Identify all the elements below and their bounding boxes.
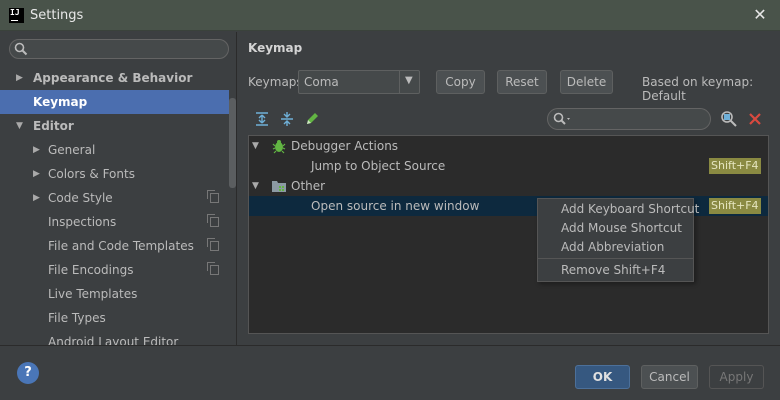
sidebar-item-label: Appearance & Behavior [33, 71, 193, 85]
tree-row-debugger-actions[interactable]: ▼ Debugger Actions [249, 136, 768, 156]
sidebar-item-inspections[interactable]: Inspections [0, 210, 229, 234]
find-by-shortcut-icon[interactable] [720, 110, 738, 128]
close-icon[interactable]: ✕ [752, 6, 768, 24]
tree-row-label: Other [291, 179, 326, 193]
sidebar-item-label: Android Layout Editor [48, 335, 179, 345]
sidebar-item-appearance-behavior[interactable]: ▶ Appearance & Behavior [0, 66, 229, 90]
collapse-arrow-icon[interactable]: ▼ [252, 176, 259, 196]
context-menu: Add Keyboard Shortcut Add Mouse Shortcut… [537, 198, 699, 282]
settings-search-input[interactable] [32, 41, 222, 57]
sidebar-item-label: File Encodings [48, 263, 134, 277]
search-history-icon[interactable] [553, 112, 573, 126]
expand-arrow-icon[interactable]: ▶ [33, 162, 40, 186]
dialog-footer: ? OK Cancel Apply [0, 345, 780, 400]
delete-button[interactable]: Delete [560, 70, 613, 94]
project-settings-copy-icon [207, 262, 219, 275]
expand-arrow-icon[interactable]: ▶ [33, 138, 40, 162]
expand-arrow-icon[interactable]: ▶ [16, 66, 23, 90]
page-title: Keymap [248, 41, 303, 55]
combo-divider [399, 71, 400, 93]
menu-item-add-abbreviation[interactable]: Add Abbreviation [538, 238, 693, 257]
project-settings-copy-icon [207, 238, 219, 251]
bug-icon [272, 140, 286, 154]
keymap-select[interactable]: Coma ▼ [298, 70, 420, 94]
sidebar-item-editor[interactable]: ▼ Editor [0, 114, 229, 138]
shortcut-badge: Shift+F4 [709, 198, 761, 214]
intellij-logo-icon: IJ [9, 8, 24, 23]
reset-button[interactable]: Reset [497, 70, 547, 94]
sidebar-item-code-style[interactable]: ▶ Code Style [0, 186, 229, 210]
sidebar-item-keymap[interactable]: Keymap [0, 90, 229, 114]
tree-row-label: Open source in new window [311, 199, 480, 213]
sidebar-item-label: Inspections [48, 215, 117, 229]
tree-row-other[interactable]: ▼ Other [249, 176, 768, 196]
shortcut-badge: Shift+F4 [709, 158, 761, 174]
tree-row-jump-to-object-source[interactable]: Jump to Object Source Shift+F4 [249, 156, 768, 176]
collapse-arrow-icon[interactable]: ▼ [16, 114, 23, 138]
ok-button[interactable]: OK [575, 365, 630, 389]
expand-arrow-icon[interactable]: ▶ [33, 186, 40, 210]
sidebar-item-colors-fonts[interactable]: ▶ Colors & Fonts [0, 162, 229, 186]
tree-row-label: Jump to Object Source [311, 159, 446, 173]
menu-item-add-mouse-shortcut[interactable]: Add Mouse Shortcut [538, 219, 693, 238]
sidebar-item-live-templates[interactable]: Live Templates [0, 282, 229, 306]
chevron-down-icon[interactable]: ▼ [405, 75, 413, 86]
collapse-all-icon[interactable] [279, 111, 295, 127]
sidebar-item-label: Editor [33, 119, 74, 133]
sidebar-item-label: File Types [48, 311, 106, 325]
sidebar-item-label: General [48, 143, 96, 157]
collapse-arrow-icon[interactable]: ▼ [252, 136, 259, 156]
project-settings-copy-icon [207, 190, 219, 203]
sidebar-scrollbar[interactable] [229, 98, 236, 188]
search-icon [14, 42, 28, 56]
project-settings-copy-icon [207, 214, 219, 227]
copy-button[interactable]: Copy [436, 70, 485, 94]
sidebar-item-label: Colors & Fonts [48, 167, 135, 181]
sidebar-item-label: Code Style [48, 191, 113, 205]
window-title: Settings [30, 8, 84, 23]
apply-button[interactable]: Apply [709, 365, 764, 389]
title-bar: IJ Settings ✕ [0, 0, 780, 31]
folder-icon [272, 181, 286, 192]
keymap-filter-field[interactable] [547, 108, 711, 130]
keymap-filter-input[interactable] [574, 111, 704, 127]
tree-row-label: Debugger Actions [291, 139, 399, 153]
sidebar-item-label: File and Code Templates [48, 239, 194, 253]
keymap-panel: Keymap Keymaps: Coma ▼ Copy Reset Delete… [238, 32, 780, 345]
sidebar-item-general[interactable]: ▶ General [0, 138, 229, 162]
based-on-keymap-text: Based on keymap: Default [642, 75, 754, 103]
sidebar-item-label: Keymap [33, 95, 88, 109]
settings-search-field[interactable] [9, 39, 229, 59]
sidebar-item-file-types[interactable]: File Types [0, 306, 229, 330]
keymap-select-value: Coma [304, 75, 339, 89]
sidebar-item-android-layout-editor[interactable]: Android Layout Editor [0, 330, 229, 345]
sidebar-item-file-encodings[interactable]: File Encodings [0, 258, 229, 282]
cancel-button[interactable]: Cancel [641, 365, 698, 389]
sidebar-item-label: Live Templates [48, 287, 138, 301]
clear-filter-icon[interactable] [747, 111, 763, 127]
settings-sidebar: ▶ Appearance & Behavior Keymap ▼ Editor … [0, 32, 237, 345]
menu-item-add-keyboard-shortcut[interactable]: Add Keyboard Shortcut [538, 200, 699, 219]
menu-item-remove-shortcut[interactable]: Remove Shift+F4 [538, 261, 693, 280]
sidebar-item-file-code-templates[interactable]: File and Code Templates [0, 234, 229, 258]
menu-separator [538, 258, 693, 259]
edit-shortcut-icon[interactable] [304, 111, 320, 127]
expand-all-icon[interactable] [254, 111, 270, 127]
help-icon[interactable]: ? [17, 362, 39, 384]
